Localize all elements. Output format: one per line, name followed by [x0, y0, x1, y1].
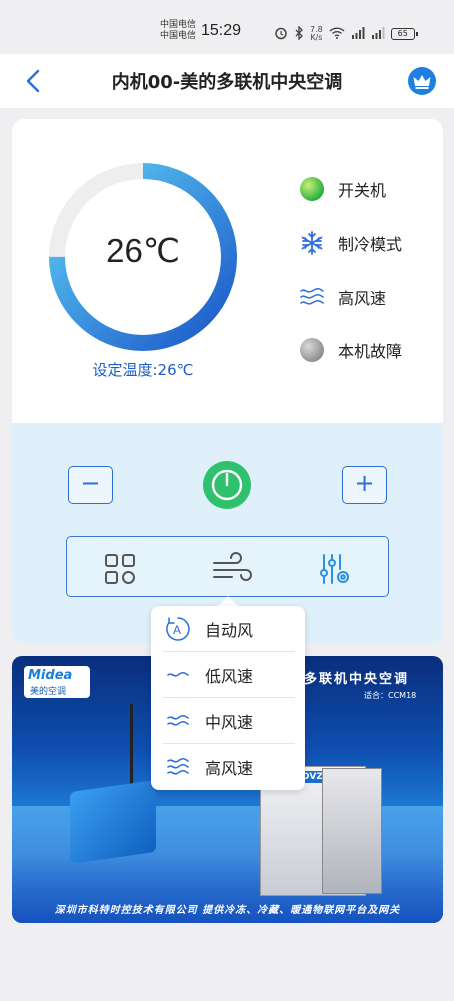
status-icons: 7.8 K/s 65: [274, 24, 418, 44]
net-speed: 7.8 K/s: [310, 25, 323, 42]
fan-option-label: 高风速: [205, 759, 254, 778]
status-power: 开关机: [298, 174, 386, 204]
wind-icon: [213, 552, 252, 581]
status-time: 15:29: [201, 22, 242, 39]
fan-option-auto[interactable]: A 自动风: [163, 606, 295, 652]
carrier-2: 中国电信: [160, 31, 197, 41]
power-button[interactable]: [203, 461, 251, 509]
status-bar: 中国电信 中国电信 15:29 7.8 K/s 65: [0, 0, 454, 54]
carrier-1: 中国电信: [160, 20, 197, 30]
alarm-icon: [274, 26, 288, 43]
banner-footer: 深圳市科特时控技术有限公司 提供冷冻、冷藏、暖通物联网平台及网关: [54, 905, 401, 916]
carrier-labels: 中国电信 中国电信: [160, 20, 196, 42]
crown-icon: [413, 75, 431, 89]
wind-medium-icon: [163, 709, 193, 733]
wind-high-icon: [298, 283, 326, 311]
wind-low-icon: [163, 663, 193, 687]
mode-select-button[interactable]: [102, 551, 138, 587]
fan-option-label: 自动风: [205, 620, 254, 640]
midea-logo: Midea 美的空调: [24, 666, 90, 698]
signal-icon-2: [371, 26, 385, 42]
wind-high-icon: [163, 755, 193, 779]
wifi-icon: [329, 26, 345, 42]
status-fault: 本机故障: [298, 335, 402, 365]
power-status-dot-icon: [298, 175, 326, 203]
banner-title: 多联机中央空调: [304, 672, 410, 687]
power-icon: [211, 469, 243, 501]
increase-temp-button[interactable]: +: [342, 466, 387, 504]
fault-status-dot-icon: [298, 336, 326, 364]
status-fan: 高风速: [298, 282, 386, 312]
grid-apps-icon: [105, 554, 135, 584]
snowflake-icon: [298, 229, 326, 257]
fan-option-medium[interactable]: 中风速: [163, 698, 295, 744]
fan-option-high[interactable]: 高风速: [163, 744, 295, 790]
status-label: 本机故障: [338, 342, 403, 361]
page-title: 内机00-美的多联机中央空调: [111, 72, 343, 93]
vip-button[interactable]: [408, 67, 436, 95]
fan-option-label: 低风速: [205, 666, 254, 686]
outdoor-unit-image-2: [322, 768, 382, 894]
status-label: 高风速: [338, 289, 387, 308]
bluetooth-icon: [294, 24, 304, 43]
status-mode: 制冷模式: [298, 228, 402, 258]
app-header: 内机00-美的多联机中央空调: [0, 54, 454, 108]
status-label: 开关机: [338, 181, 387, 200]
sliders-gear-icon: [320, 554, 349, 584]
fan-option-label: 中风速: [205, 712, 254, 732]
fan-speed-button[interactable]: [210, 551, 254, 587]
banner-subtitle: 适合：CCM18: [364, 691, 417, 700]
current-temperature: 26℃: [106, 232, 180, 269]
antenna-image: [130, 704, 133, 794]
mode-toolbar: [66, 536, 389, 597]
gateway-device-image: [70, 779, 156, 865]
decrease-temp-button[interactable]: −: [68, 466, 113, 504]
signal-icon-1: [351, 26, 365, 42]
auto-wind-icon: A: [163, 616, 193, 641]
status-label: 制冷模式: [338, 235, 403, 254]
fan-speed-popup: A 自动风 低风速 中风速 高风速: [151, 606, 305, 790]
set-temperature: 设定温度:26℃: [92, 361, 194, 379]
thermostat-card: 26℃ 设定温度:26℃ 开关机 制冷模式 高风速 本机故障 − +: [12, 119, 443, 644]
fan-option-low[interactable]: 低风速: [163, 652, 295, 698]
settings-adjust-button[interactable]: [317, 551, 353, 587]
battery-icon: 65: [390, 28, 418, 40]
svg-text:A: A: [173, 623, 181, 637]
